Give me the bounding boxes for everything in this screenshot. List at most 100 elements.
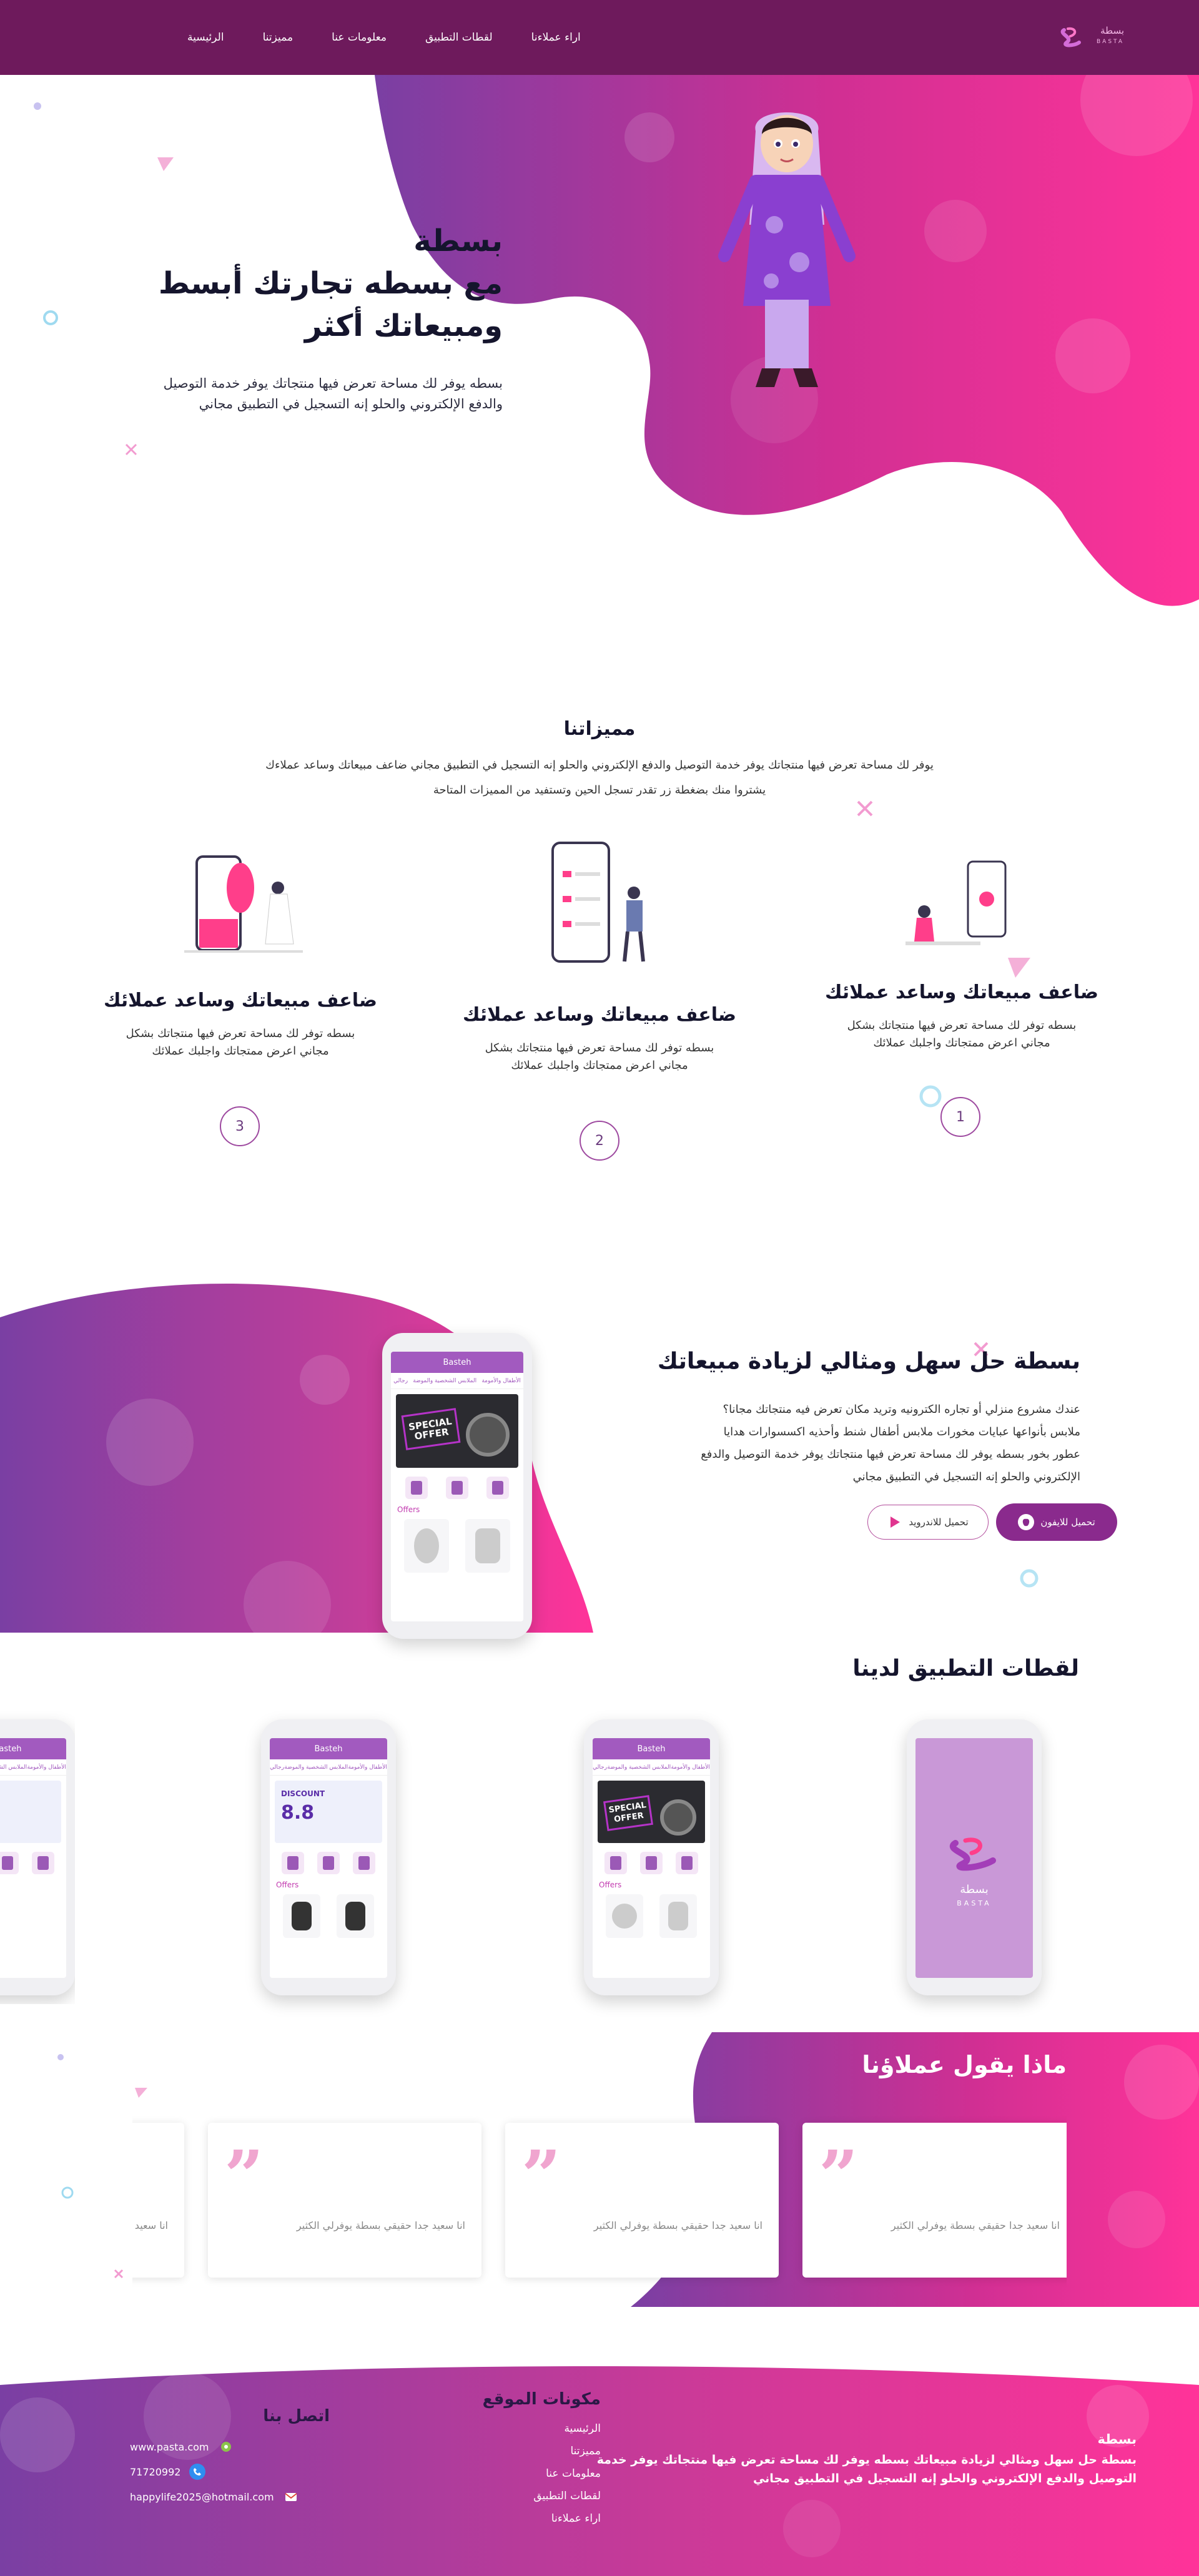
phone-banner: SPECIAL OFFER [396,1394,518,1468]
phone-tabs: الأطفال والأمومة الملابس الشخصية والموضة ر… [270,1759,387,1776]
testimonials-title: ماذا يقول عملاؤنا [862,2051,1067,2078]
feature-title: ضاعف مبيعاتك وساعد عملائك [462,1004,737,1026]
contact-email-text: happylife2025@hotmail.com [130,2490,274,2503]
screenshot-phone-3[interactable]: Basteh الأطفال والأمومة الملابس الشخصية و… [261,1719,396,1995]
phone-header: Basteh [270,1738,387,1759]
footer-link-screenshots[interactable]: لقطات التطبيق [438,2485,601,2507]
footer-link-home[interactable]: الرئيسية [438,2417,601,2440]
speaker-image [466,1413,510,1457]
phone-tab: رجالي [393,1377,408,1384]
feature-illustration-1 [905,860,1007,945]
discount-label: DISCOUNT [281,1789,325,1798]
screenshots-title: لقطات التطبيق لدينا [852,1656,1079,1681]
special-offer-tag: SPECIAL OFFER [401,1408,461,1450]
contact-website[interactable]: www.pasta.com [130,2434,330,2459]
logo-icon [950,1837,996,1871]
nav-item-features[interactable]: مميزتنا [263,31,294,44]
feature-text: بسطه توفر لك مساحة تعرض فيها منتجاتك بشك… [485,1041,714,1072]
decor-dot [34,102,41,110]
discount-value: 8.8 [281,1802,315,1824]
testimonial-card-2: ” انا سعيد جدا حقيقي بسطة يوفرلي الكثير [505,2123,779,2278]
feature-card-1: ضاعف مبيعاتك وساعد عملائك بسطه توفر لك م… [818,981,1105,1052]
splash-logo-en: BASTA [957,1899,992,1907]
phone-category-row [593,1848,710,1878]
testimonial-text: انا سعيد جدا حقيقي بسطة يوفرلي الكثير [132,2220,168,2231]
apple-icon [1018,1514,1035,1530]
screenshot-phone-1[interactable]: بسطة BASTA [907,1719,1042,1995]
phone-screen: Basteh الأطفال والأمومةالملابس الشخصية و… [0,1738,66,1978]
contact-phone-text: 71720992 [130,2465,181,2478]
phone-offers-label: Offers [397,1505,420,1514]
phone-tab: الأطفال والأمومة [481,1377,521,1384]
app-section-title: بسطة حل سهل ومثالي لزيادة مبيعاتك [657,1349,1080,1374]
phone-tabs: الأطفال والأمومة الملابس الشخصية والموضة… [391,1373,523,1389]
quote-icon: ” [224,2135,264,2216]
nav-item-about[interactable]: معلومات عنا [332,31,387,44]
features-intro-line-1: يوفر لك مساحة تعرض فيها منتجاتك يوفر خدم… [265,759,934,772]
logo-text-ar: بسطة [1100,25,1124,36]
footer-links: مكونات الموقع الرئيسية مميزتنا معلومات ع… [438,2390,601,2530]
screenshot-phone-4[interactable]: Basteh الأطفال والأمومةالملابس الشخصية و… [0,1719,75,1995]
quote-icon: ” [819,2135,859,2216]
footer-about-text: بسطة حل سهل ومثالي لزيادة مبيعاتك بسطه ي… [596,2453,1137,2485]
hero-description: بسطه يوفر لك مساحة تعرض فيها منتجاتك يوف… [163,376,503,411]
phone-tabs: الأطفال والأمومة الملابس الشخصية والموضة ر… [593,1759,710,1776]
feature-illustration-3 [184,855,303,953]
product-thumb [465,1519,510,1573]
footer-link-about[interactable]: معلومات عنا [438,2462,601,2485]
phone-screen: Basteh الأطفال والأمومة الملابس الشخصية … [391,1352,523,1621]
nav-item-screenshots[interactable]: لقطات التطبيق [425,31,493,44]
feature-number-3: 3 [220,1106,260,1146]
footer-link-features[interactable]: مميزتنا [438,2440,601,2462]
decor-cross [857,800,873,817]
phone-offers-label: Offers [0,1878,66,1892]
testimonial-card-1: ” انا سعيد جدا حقيقي بسطة يوفرلي الكثير [802,2123,1067,2278]
navbar: الرئيسية مميزتنا معلومات عنا لقطات التطب… [0,0,1199,75]
phone-category-row [391,1473,523,1503]
footer-link-testimonials[interactable]: اراء عملاءنا [438,2507,601,2530]
feature-title: ضاعف مبيعاتك وساعد عملائك [824,981,1099,1003]
download-ios-button[interactable]: تحميل للايفون [996,1503,1117,1541]
phone-category-row [270,1848,387,1878]
phone-offers-label: Offers [599,1880,622,1889]
feature-title: ضاعف مبيعاتك وساعد عملائك [103,990,378,1011]
download-android-button[interactable]: تحميل للاندرويد [867,1505,989,1540]
decor-cross [114,2269,124,2279]
feature-text: بسطه توفر لك مساحة تعرض فيها منتجاتك بشك… [126,1027,355,1058]
decor-triangle [157,157,174,171]
testimonial-text: انا سعيد جدا حقيقي بسطة يوفرلي الكثير [296,2220,465,2231]
hero-character-illustration [718,112,856,387]
nav-item-testimonials[interactable]: اراء عملاءنا [531,31,581,44]
feature-text: بسطه توفر لك مساحة تعرض فيها منتجاتك بشك… [847,1019,1077,1050]
phone-banner-discount: DISCOUNT 8.8 [275,1781,382,1843]
contact-email[interactable]: happylife2025@hotmail.com [130,2484,330,2509]
footer-contact-title: اتصل بنا [263,2407,330,2426]
footer-contact: اتصل بنا www.pasta.com 71720992 happylif… [130,2407,330,2509]
hero-title-line-2: مع بسطه تجارتك أبسط [158,266,503,301]
phone-banner: SPECIAL OFFER [598,1781,705,1843]
testimonials-carousel[interactable]: ” انا سعيد جدا حقيقي بسطة يوفرلي الكثير … [132,2110,1067,2291]
screenshot-phone-2[interactable]: Basteh الأطفال والأمومة الملابس الشخصية و… [584,1719,719,1995]
quote-icon: ” [521,2135,561,2216]
decor-ring [919,1085,942,1108]
phone-screen: Basteh الأطفال والأمومةالملابس الشخصية و… [270,1738,387,1978]
testimonial-text: انا سعيد جدا حقيقي بسطة يوفرلي الكثير [891,2220,1060,2231]
decor-triangle [135,2088,147,2098]
globe-icon [218,2439,234,2455]
feature-card-3: ضاعف مبيعاتك وساعد عملائك بسطه توفر لك م… [97,990,384,1060]
logo-text-en: BASTA [1097,39,1124,45]
phone-screen: Basteh الأطفال والأمومةالملابس الشخصية و… [593,1738,710,1978]
phone-products [270,1892,387,1940]
footer-links-title: مكونات الموقع [482,2390,601,2409]
phone-header: Basteh [593,1738,710,1759]
mail-icon [283,2489,299,2505]
decor-ring [1020,1569,1039,1588]
feature-number-2: 2 [580,1121,619,1161]
product-thumb [404,1519,449,1573]
logo[interactable]: بسطة BASTA [1055,24,1124,51]
feature-illustration-2 [551,842,645,963]
contact-phone[interactable]: 71720992 [130,2459,330,2484]
speaker-image [660,1799,696,1836]
feature-number-1: 1 [940,1097,980,1137]
nav-item-home[interactable]: الرئيسية [187,31,224,44]
